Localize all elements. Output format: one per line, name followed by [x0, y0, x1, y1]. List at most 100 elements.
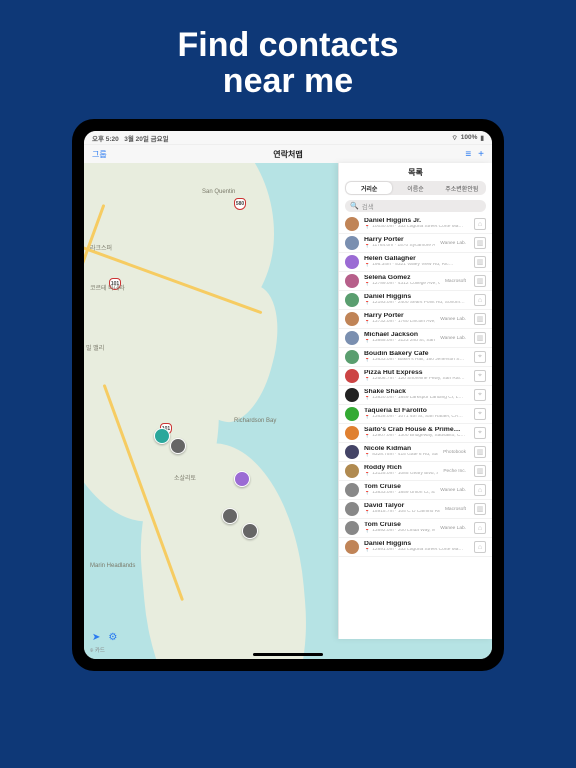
contact-subtitle: 13633.0m · Baker's Hall, 160 Jefferson S… [372, 358, 464, 363]
contacts-list[interactable]: Daniel Higgins Jr.📍10030.0m · 332 Laguna… [339, 215, 492, 639]
contact-name: Pizza Hut Express [364, 370, 469, 377]
battery-icon: ▮ [480, 134, 484, 142]
list-item[interactable]: Tom Cruise📍13892.0m · 200 Linda Way, Mil… [339, 519, 492, 538]
list-item[interactable]: Roddy Rich📍13125.0m · 1085 Geary Blvd, S… [339, 462, 492, 481]
list-item[interactable]: Boudin Bakery Cafe📍13633.0m · Baker's Ha… [339, 348, 492, 367]
map-label: Marin Headlands [90, 563, 135, 569]
hero-line2: near me [177, 64, 398, 100]
search-input[interactable]: 🔍 검색 [345, 200, 486, 212]
map-settings-icon[interactable]: ⚙ [108, 632, 117, 643]
map-credit: 카드 [95, 648, 105, 654]
avatar [345, 521, 359, 535]
segment-unresolved[interactable]: 주소변환안됨 [439, 182, 485, 194]
pin-icon: 📍 [364, 491, 370, 496]
contact-subtitle: 12891.0m · 332 Laguna Street Corte Ma… [372, 548, 463, 553]
map-label: San Quentin [202, 189, 235, 195]
list-item[interactable]: Daniel Higgins Jr.📍10030.0m · 332 Laguna… [339, 215, 492, 234]
wifi-icon: ⌔ [452, 133, 458, 142]
address-kind-icon: ▥ [474, 503, 486, 515]
avatar [345, 502, 359, 516]
map-label: Richardson Bay [234, 418, 276, 424]
contact-subtitle: 13820.0m · 1849 Larkspur Landing Cr, L… [372, 396, 463, 401]
contact-name: Taqueria El Farolito [364, 408, 469, 415]
list-item[interactable]: Pizza Hut Express📍12606.7m · 120 Shoreli… [339, 367, 492, 386]
pin-icon: 📍 [364, 225, 370, 230]
contact-subtitle: 196.34m · 5321 Valley View Rd, Ric… [372, 263, 453, 268]
list-item[interactable]: Shake Shack📍13820.0m · 1849 Larkspur Lan… [339, 386, 492, 405]
ipad-frame: 오후 5:20 3월 20일 금요일 ⌔ 100% ▮ 그룹 연락처맵 ≡ + [72, 119, 504, 671]
contact-name: Michael Jackson [364, 332, 435, 339]
pin-icon: 📍 [364, 396, 370, 401]
list-item[interactable]: Harry Porter📍11764.0m · 1570 Sycamore Av… [339, 234, 492, 253]
address-kind-icon: ⌖ [474, 370, 486, 382]
address-kind-icon: ▥ [474, 332, 486, 344]
home-indicator [253, 653, 323, 656]
contact-name: Harry Porter [364, 237, 435, 244]
avatar [345, 236, 359, 250]
contact-name: Daniel Higgins Jr. [364, 218, 469, 225]
address-kind-icon: ▥ [474, 313, 486, 325]
avatar [345, 293, 359, 307]
address-kind-icon: ⌂ [474, 522, 486, 534]
avatar [345, 426, 359, 440]
list-item[interactable]: Harry Porter📍13732.0m · 1760 Lincoln Ave… [339, 310, 492, 329]
panel-title: 목록 [339, 163, 492, 181]
map-credit-icon: ⌾ [90, 648, 93, 654]
contact-org: Wanee Lab. [440, 488, 469, 493]
list-item[interactable]: Tom Cruise📍13833.0m · 1859 Union Ct, Sau… [339, 481, 492, 500]
contact-name: Roddy Rich [364, 465, 438, 472]
search-icon: 🔍 [350, 202, 359, 210]
pin-icon: 📍 [364, 415, 370, 420]
address-kind-icon: ⌖ [474, 427, 486, 439]
list-item[interactable]: David Talyor📍15915.7m · 105 C D Camino R… [339, 500, 492, 519]
locate-me-icon[interactable]: ➤ [92, 632, 100, 643]
list-item[interactable]: Michael Jackson📍13855.0m · 3123 2nd St, … [339, 329, 492, 348]
contact-subtitle: 12193.0m · 2400 Sears Point Rd, Sonom… [372, 301, 465, 306]
search-placeholder: 검색 [362, 201, 374, 211]
page-title: 연락처맵 [84, 149, 492, 160]
hero-line1: Find contacts [177, 28, 398, 64]
map-label: 라크스퍼 [90, 243, 112, 252]
address-kind-icon: ▥ [474, 275, 486, 287]
contact-org: Macrosoft [445, 507, 469, 512]
avatar [345, 369, 359, 383]
nav-bar: 그룹 연락처맵 ≡ + [84, 145, 492, 163]
avatar [345, 464, 359, 478]
list-item[interactable]: Helen Gallagher📍196.34m · 5321 Valley Vi… [339, 253, 492, 272]
address-kind-icon: ⌂ [474, 294, 486, 306]
address-kind-icon: ▥ [474, 237, 486, 249]
pin-icon: 📍 [364, 377, 370, 382]
contact-name: Nicole Kidman [364, 446, 438, 453]
address-kind-icon: ▥ [474, 465, 486, 477]
contact-subtitle: 13628.0m · 1071 4th St, San Rafael, CA… [372, 415, 463, 420]
list-item[interactable]: Daniel Higgins📍12891.0m · 332 Laguna Str… [339, 538, 492, 557]
list-item[interactable]: Nicole Kidman📍8328.75m · 415 Gate 6 Rd, … [339, 443, 492, 462]
sort-segmented-control[interactable]: 거리순 이름순 주소변환안됨 [345, 181, 486, 195]
list-item[interactable]: Saito's Crab House & Prime…📍12907.0m · 1… [339, 424, 492, 443]
address-kind-icon: ▥ [474, 446, 486, 458]
list-item[interactable]: Daniel Higgins📍12193.0m · 2400 Sears Poi… [339, 291, 492, 310]
contact-name: Boudin Bakery Cafe [364, 351, 469, 358]
segment-name[interactable]: 이름순 [392, 182, 438, 194]
contact-name: Harry Porter [364, 313, 435, 320]
list-item[interactable]: Selena Gomez📍12789.0m · 4312 College Ave… [339, 272, 492, 291]
contact-subtitle: 12606.7m · 120 Shoreline Pkwy, San Raf… [372, 377, 464, 382]
address-kind-icon: ⌂ [474, 218, 486, 230]
contact-subtitle: 12907.0m · 1300 Bridgeway, Sausalito, C… [372, 434, 465, 439]
contact-subtitle: 15915.7m · 105 C D Camino Real, Millbra… [372, 510, 440, 515]
contact-subtitle: 13732.0m · 1760 Lincoln Ave, Alameda… [372, 320, 435, 325]
pin-icon: 📍 [364, 339, 370, 344]
pin-icon: 📍 [364, 548, 370, 553]
pin-icon: 📍 [364, 263, 370, 268]
list-item[interactable]: Taqueria El Farolito📍13628.0m · 1071 4th… [339, 405, 492, 424]
contact-subtitle: 13833.0m · 1859 Union Ct, Sausalito, CA … [372, 491, 435, 496]
contact-name: David Talyor [364, 503, 440, 510]
avatar [345, 483, 359, 497]
contact-subtitle: 13855.0m · 3123 2nd St, San Francisco… [372, 339, 435, 344]
avatar [345, 445, 359, 459]
avatar [345, 312, 359, 326]
status-bar: 오후 5:20 3월 20일 금요일 ⌔ 100% ▮ [84, 131, 492, 145]
status-date: 3월 20일 금요일 [124, 136, 168, 143]
avatar [345, 331, 359, 345]
segment-distance[interactable]: 거리순 [346, 182, 392, 194]
